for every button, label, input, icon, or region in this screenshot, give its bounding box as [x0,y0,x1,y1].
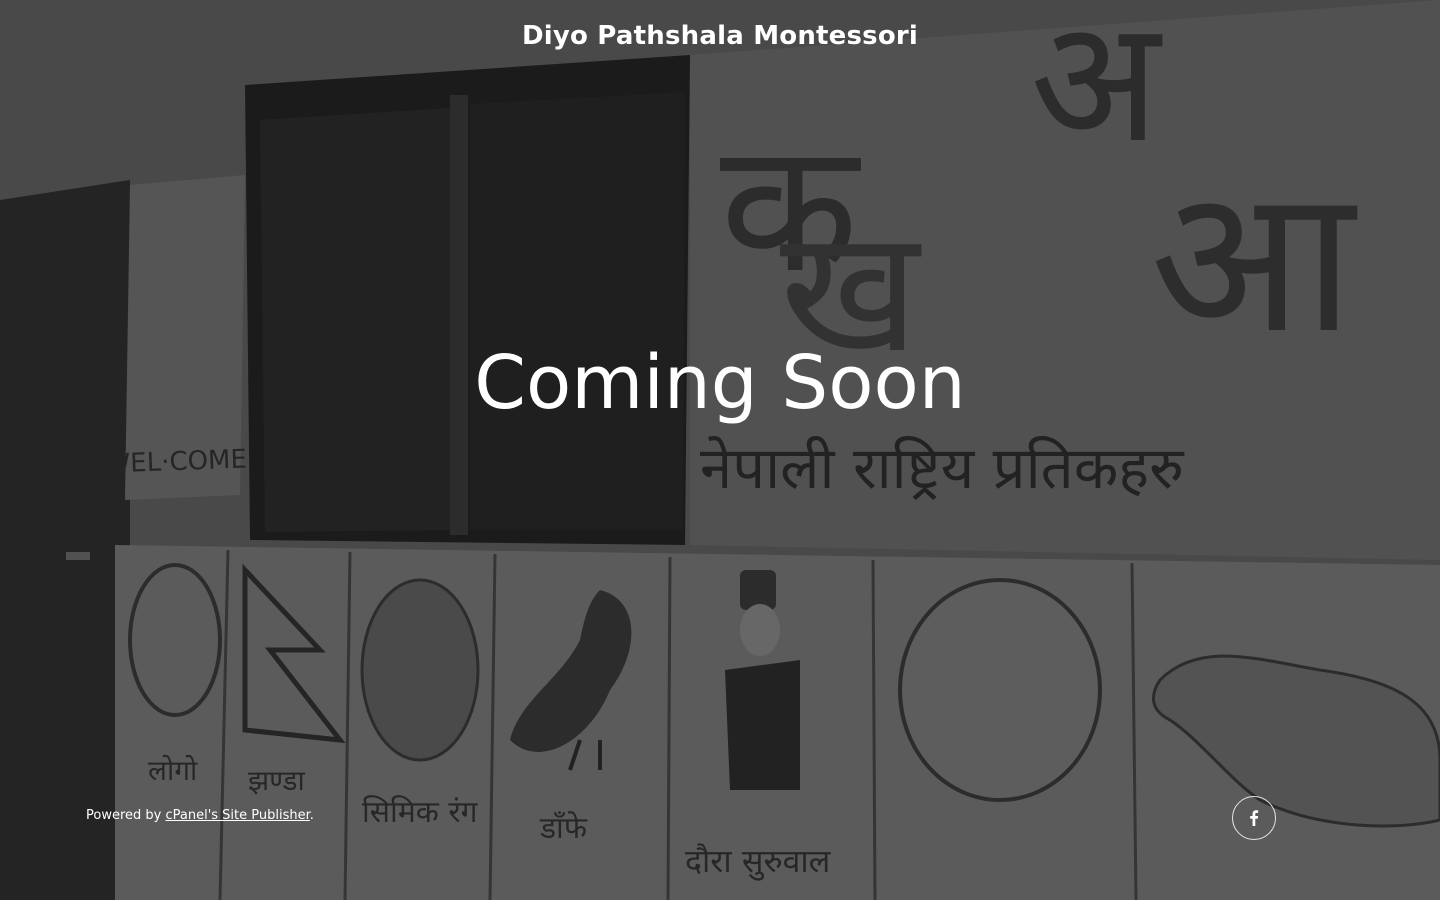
facebook-icon [1250,810,1259,826]
coming-soon-page: WEL·COME क ख अ आ नेपाली राष्ट्रिय प्रतिक… [0,0,1440,900]
site-publisher-link[interactable]: cPanel's Site Publisher [165,808,309,823]
footer-credit: Powered by cPanel's Site Publisher. [86,806,314,826]
dark-overlay [0,0,1440,900]
powered-by-prefix: Powered by [86,808,166,823]
facebook-button[interactable] [1232,796,1276,840]
coming-soon-heading: Coming Soon [474,340,966,426]
powered-by-suffix: . [309,808,314,823]
site-title: Diyo Pathshala Montessori [521,21,919,51]
